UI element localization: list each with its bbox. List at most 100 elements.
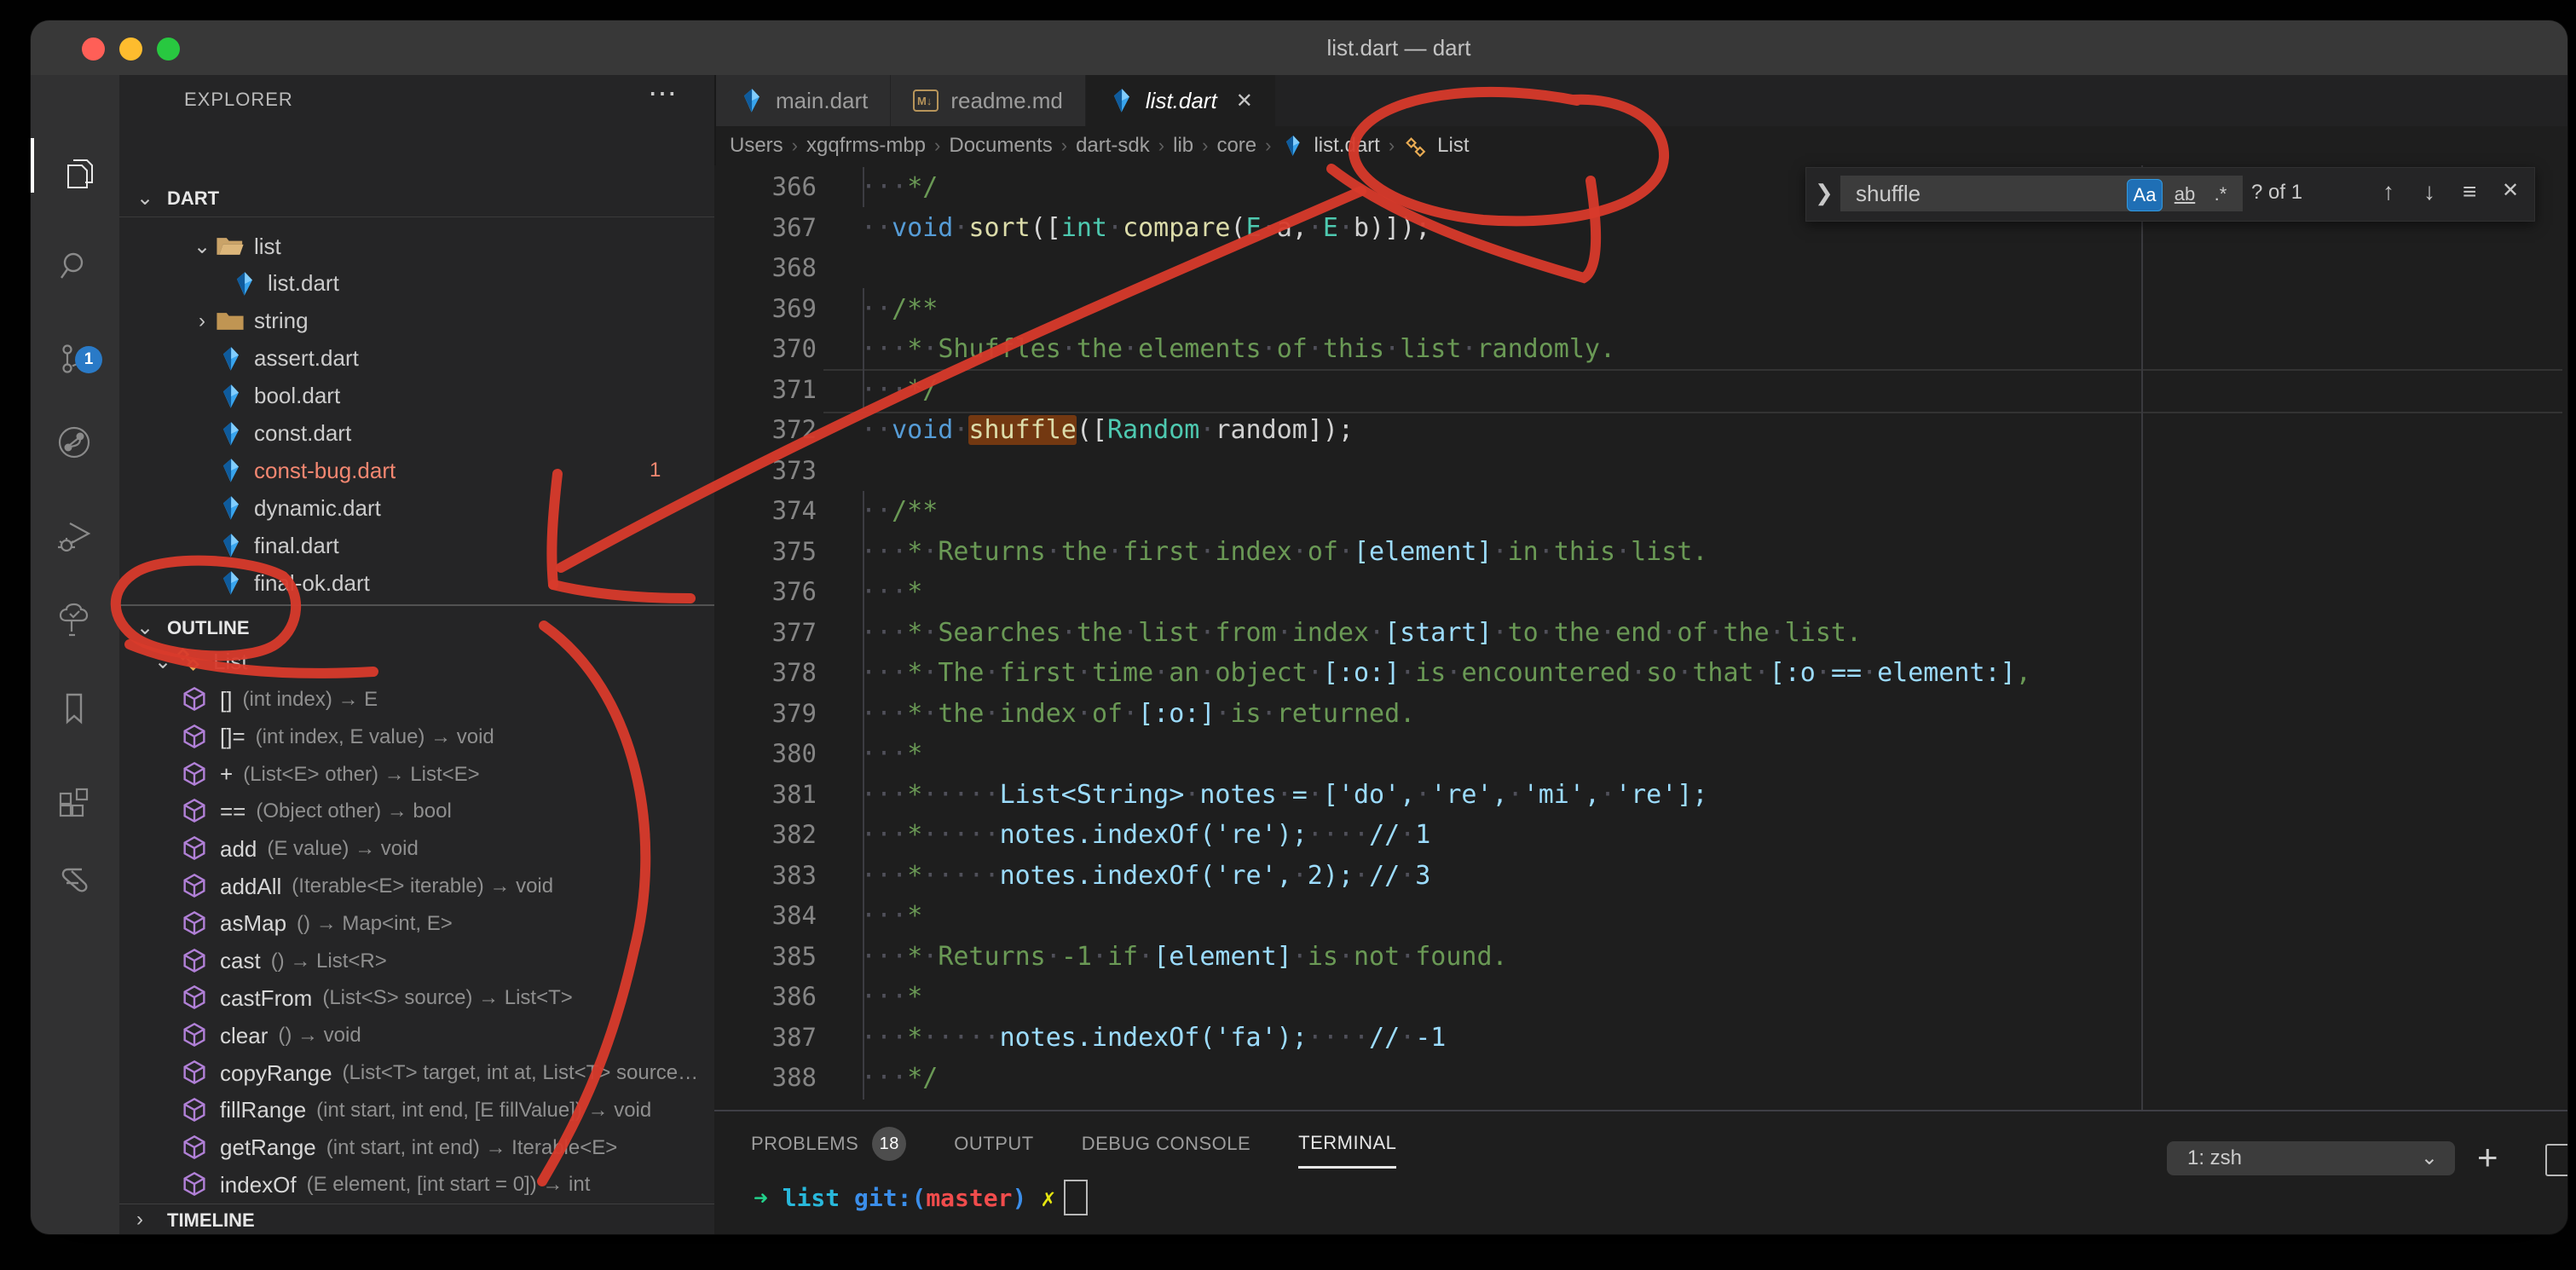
breadcrumb-file[interactable]: list.dart xyxy=(1314,134,1379,158)
tree-item-assert.dart[interactable]: assert.dart xyxy=(119,340,714,378)
activity-explorer-icon[interactable] xyxy=(31,138,119,213)
outline-item-[][interactable]: [](int index) → E xyxy=(119,681,714,719)
minimize-window-button[interactable] xyxy=(119,38,142,61)
code-line-385[interactable]: 385···*·Returns·-1·if·[element]·is·not·f… xyxy=(714,937,2567,978)
find-close-icon[interactable]: ✕ xyxy=(2502,178,2519,203)
folder-icon xyxy=(215,233,245,260)
find-expand-icon[interactable]: ❯ xyxy=(1815,180,1834,206)
activity-extensions-icon[interactable] xyxy=(31,763,119,838)
code-line-374[interactable]: 374··/** xyxy=(714,491,2567,532)
code-line-368[interactable]: 368 xyxy=(714,248,2567,289)
code-line-383[interactable]: 383···*·····notes.indexOf('re',·2);·//·3 xyxy=(714,856,2567,897)
code-line-381[interactable]: 381···*·····List<String>·notes·=·['do',·… xyxy=(714,775,2567,816)
breadcrumb-item-xgqfrms-mbp[interactable]: xgqfrms-mbp xyxy=(806,134,926,158)
code-line-378[interactable]: 378···*·The·first·time·an·object·[:o:]·i… xyxy=(714,653,2567,694)
outline-item-castFrom[interactable]: castFrom(List<S> source) → List<T> xyxy=(119,979,714,1017)
code-line-371[interactable]: 371···*/ xyxy=(714,370,2567,411)
split-terminal-icon[interactable] xyxy=(2545,1144,2567,1176)
code-line-379[interactable]: 379···*·the·index·of·[:o:]·is·returned. xyxy=(714,694,2567,735)
tree-item-final.dart[interactable]: final.dart xyxy=(119,527,714,564)
token: to xyxy=(1508,618,1539,648)
token: * xyxy=(907,942,922,972)
activity-source-control-icon[interactable]: 1 xyxy=(31,322,119,397)
breadcrumb-item-lib[interactable]: lib xyxy=(1173,134,1193,158)
tab-readme.md[interactable]: M↓readme.md xyxy=(891,75,1085,126)
tree-item-dynamic.dart[interactable]: dynamic.dart xyxy=(119,489,714,527)
new-terminal-button[interactable]: + xyxy=(2477,1137,2498,1178)
code-line-375[interactable]: 375···*·Returns·the·first·index·of·[elem… xyxy=(714,532,2567,573)
outline-item-fillRange[interactable]: fillRange(int start, int end, [E fillVal… xyxy=(119,1092,714,1129)
outline-item-indexOf[interactable]: indexOf(E element, [int start = 0]) → in… xyxy=(119,1166,714,1204)
terminal-shell-select[interactable]: 1: zsh ⌄ xyxy=(2167,1141,2455,1175)
whole-word-toggle[interactable]: ab xyxy=(2168,179,2202,210)
find-previous-icon[interactable]: ↑ xyxy=(2383,178,2394,205)
code-line-373[interactable]: 373 xyxy=(714,451,2567,492)
activity-bookmarks-icon[interactable] xyxy=(31,672,119,747)
section-timeline[interactable]: › TIMELINE xyxy=(119,1204,714,1234)
code-line-387[interactable]: 387···*·····notes.indexOf('fa');····//·-… xyxy=(714,1018,2567,1059)
outline-item-add[interactable]: add(E value) → void xyxy=(119,830,714,868)
find-in-selection-icon[interactable]: ≡ xyxy=(2463,178,2476,205)
outline-item-cast[interactable]: cast() → List<R> xyxy=(119,943,714,980)
tree-item-const.dart[interactable]: const.dart xyxy=(119,415,714,453)
tree-item-final-ok.dart[interactable]: final-ok.dart xyxy=(119,564,714,602)
panel-tab-output[interactable]: OUTPUT xyxy=(954,1133,1033,1167)
outline-item-name: []= xyxy=(220,724,245,750)
outline-item-==[interactable]: ==(Object other) → bool xyxy=(119,793,714,830)
tab-list.dart[interactable]: list.dart✕ xyxy=(1086,75,1275,126)
outline-item-[]=[interactable]: []=(int index, E value) → void xyxy=(119,719,714,756)
regex-toggle[interactable]: .* xyxy=(2203,179,2238,210)
code-line-372[interactable]: 372··void·shuffle([Random·random]); xyxy=(714,410,2567,451)
outline-item-addAll[interactable]: addAll(Iterable<E> iterable) → void xyxy=(119,868,714,905)
token: * xyxy=(907,334,922,364)
outline-item-asMap[interactable]: asMap() → Map<int, E> xyxy=(119,905,714,943)
panel-tab-problems[interactable]: PROBLEMS18 xyxy=(751,1127,906,1173)
outline-item-+[interactable]: +(List<E> other) → List<E> xyxy=(119,756,714,794)
outline-item-getRange[interactable]: getRange(int start, int end) → Iterable<… xyxy=(119,1129,714,1167)
activity-git-graph-icon[interactable] xyxy=(31,406,119,481)
close-tab-icon[interactable]: ✕ xyxy=(1236,89,1253,113)
code-editor[interactable]: 366···*/367··void·sort([int·compare(E·a,… xyxy=(714,165,2567,1110)
whitespace-dots: · xyxy=(1262,699,1277,729)
tab-main.dart[interactable]: main.dart xyxy=(716,75,890,126)
code-line-370[interactable]: 370···*·Shuffles·the·elements·of·this·li… xyxy=(714,329,2567,370)
code-line-377[interactable]: 377···*·Searches·the·list·from·index·[st… xyxy=(714,613,2567,654)
code-line-388[interactable]: 388···*/ xyxy=(714,1058,2567,1099)
outline-item-clear[interactable]: clear() → void xyxy=(119,1017,714,1054)
tree-item-string[interactable]: ›string xyxy=(119,303,714,340)
activity-search-icon[interactable] xyxy=(31,228,119,303)
code-line-384[interactable]: 384···* xyxy=(714,896,2567,937)
breadcrumb-item-Users[interactable]: Users xyxy=(730,134,783,158)
breadcrumb-symbol[interactable]: List xyxy=(1437,134,1469,158)
section-outline[interactable]: ⌄ OUTLINE xyxy=(119,612,714,646)
breadcrumb-item-core[interactable]: core xyxy=(1216,134,1256,158)
tree-item-bool.dart[interactable]: bool.dart xyxy=(119,378,714,415)
outline-item-copyRange[interactable]: copyRange(List<T> target, int at, List<T… xyxy=(119,1054,714,1092)
maximize-window-button[interactable] xyxy=(157,38,180,61)
code-line-382[interactable]: 382···*·····notes.indexOf('re');····//·1 xyxy=(714,815,2567,856)
tree-item-const-bug.dart[interactable]: const-bug.dart1 xyxy=(119,452,714,489)
activity-gitlens-icon[interactable] xyxy=(31,842,119,917)
activity-testing-icon[interactable] xyxy=(31,582,119,657)
panel-tab-terminal[interactable]: TERMINAL xyxy=(1298,1132,1396,1169)
terminal-prompt[interactable]: ➜ list git:(master) ✗ xyxy=(754,1180,1088,1215)
match-case-toggle[interactable]: Aa xyxy=(2127,179,2163,211)
tree-item-list.dart[interactable]: list.dart xyxy=(119,265,714,303)
tree-item-list[interactable]: ⌄list xyxy=(119,228,714,265)
section-dart[interactable]: ⌄ DART xyxy=(119,182,714,216)
breadcrumb-item-dart-sdk[interactable]: dart-sdk xyxy=(1076,134,1150,158)
titlebar: list.dart — dart xyxy=(31,20,2567,75)
activity-run-debug-icon[interactable] xyxy=(31,499,119,574)
outline-divider[interactable] xyxy=(119,604,714,606)
code-line-386[interactable]: 386···* xyxy=(714,977,2567,1018)
code-line-369[interactable]: 369··/** xyxy=(714,289,2567,330)
code-line-376[interactable]: 376···* xyxy=(714,572,2567,613)
close-window-button[interactable] xyxy=(82,38,105,61)
breadcrumb-item-Documents[interactable]: Documents xyxy=(949,134,1052,158)
panel-tab-debug-console[interactable]: DEBUG CONSOLE xyxy=(1082,1133,1250,1167)
dart-file-icon xyxy=(217,346,243,372)
find-next-icon[interactable]: ↓ xyxy=(2423,178,2435,205)
code-line-380[interactable]: 380···* xyxy=(714,734,2567,775)
explorer-more-actions-icon[interactable]: ⋯ xyxy=(648,77,677,111)
outline-root-list[interactable]: ⌄ List xyxy=(119,643,714,680)
